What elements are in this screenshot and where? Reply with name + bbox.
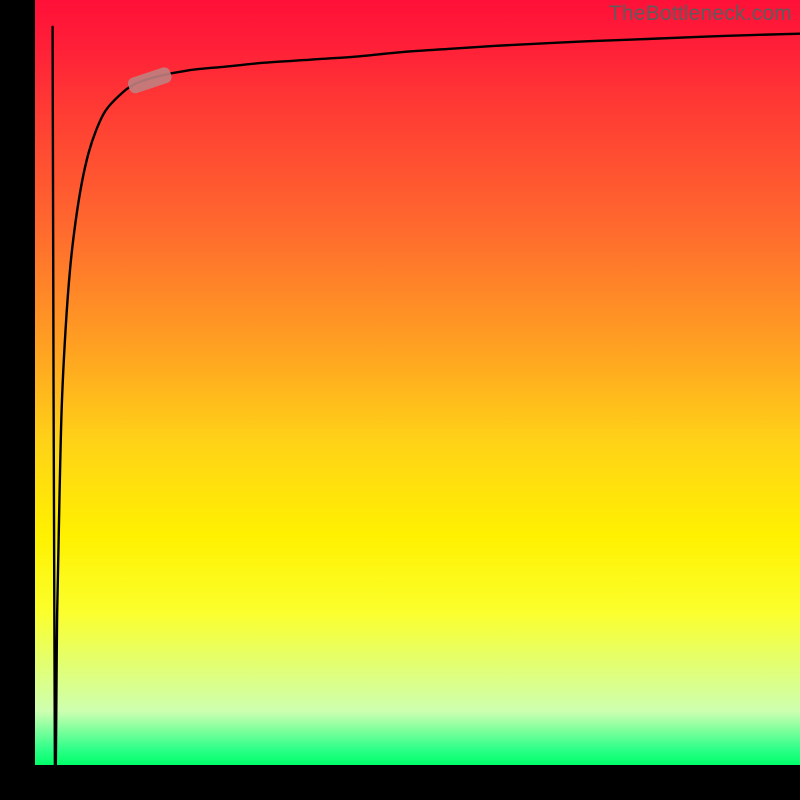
attribution-label: TheBottleneck.com <box>609 2 792 26</box>
curve-marker <box>126 66 173 95</box>
x-axis-bar <box>0 765 800 800</box>
curve-line <box>53 27 800 765</box>
y-axis-bar <box>0 0 35 800</box>
plot-svg <box>35 0 800 765</box>
plot-area: TheBottleneck.com <box>35 0 800 765</box>
bottleneck-chart: TheBottleneck.com <box>0 0 800 800</box>
